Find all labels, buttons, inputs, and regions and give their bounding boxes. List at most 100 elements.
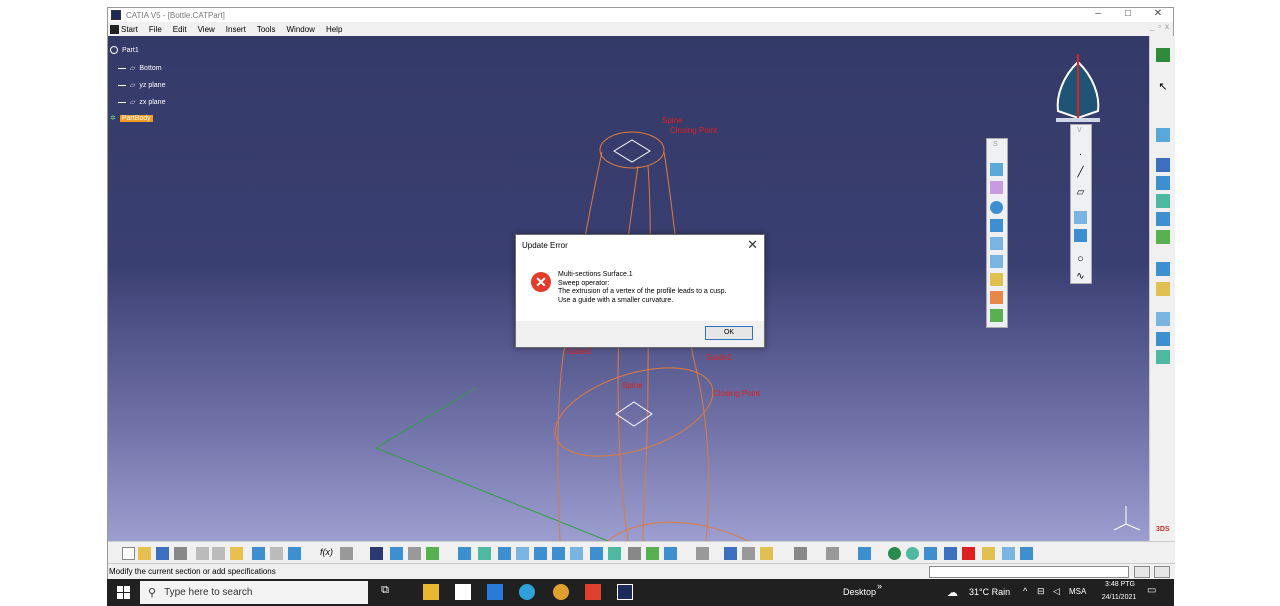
menu-view[interactable]: View [198,25,215,34]
tool-icon[interactable] [924,547,937,560]
tool-icon[interactable] [1156,230,1170,244]
line-icon[interactable]: ╱ [1074,167,1087,180]
clock-date[interactable]: 24/11/2021 [1093,594,1145,601]
tool-icon[interactable] [1156,282,1170,296]
rotate-icon[interactable] [516,547,529,560]
compass[interactable] [1056,54,1100,122]
edge-icon[interactable] [519,584,535,600]
tree-node-plane[interactable]: ▱ zx plane [118,98,165,106]
notification-icon[interactable]: ▭ [1147,585,1156,596]
clock-time[interactable]: 3:48 PTG [1097,581,1143,588]
tool-icon[interactable] [1156,212,1170,226]
save-icon[interactable] [156,547,169,560]
extrude-icon[interactable] [1156,128,1170,142]
render-style-icon[interactable] [608,547,621,560]
tool-icon[interactable] [408,547,421,560]
surface-tool-icon[interactable] [990,291,1003,304]
tree-node-plane[interactable]: ▱ yz plane [118,81,165,89]
print-icon[interactable] [174,547,187,560]
tool-icon[interactable] [826,547,839,560]
surface-tool-icon[interactable] [990,163,1003,176]
formula-icon[interactable]: f(x) [320,547,333,560]
tool-icon[interactable] [1156,332,1170,346]
menu-window[interactable]: Window [287,25,315,34]
fit-all-icon[interactable] [478,547,491,560]
catia-taskbar-icon[interactable] [617,584,633,600]
cut-icon[interactable] [196,547,209,560]
tool-icon[interactable] [724,547,737,560]
tool-icon[interactable] [1156,176,1170,190]
menu-help[interactable]: Help [326,25,342,34]
surface-tool-icon[interactable] [990,255,1003,268]
surface-tool-icon[interactable] [990,237,1003,250]
copy-icon[interactable] [212,547,225,560]
doc-minimize-icon[interactable]: _ [1150,22,1154,31]
help-icon[interactable] [288,547,301,560]
tool-icon[interactable] [1002,547,1015,560]
ok-button[interactable]: OK [705,326,753,340]
menu-edit[interactable]: Edit [173,25,187,34]
open-icon[interactable] [138,547,151,560]
point-icon[interactable]: · [1074,149,1087,162]
tool-icon[interactable] [426,547,439,560]
tool-icon[interactable] [888,547,901,560]
tool-icon[interactable] [1156,194,1170,208]
tool-icon[interactable] [1156,312,1170,326]
tool-icon[interactable] [1156,158,1170,172]
command-button-icon[interactable] [1134,566,1150,578]
tray-chevron-icon[interactable]: ^ [1023,586,1027,596]
weather-text[interactable]: 31°C Rain [969,587,1010,597]
tool-icon[interactable] [390,547,403,560]
tool-icon[interactable] [794,547,807,560]
tool-icon[interactable] [1156,350,1170,364]
grid-icon[interactable] [944,547,957,560]
hide-show-icon[interactable] [628,547,641,560]
task-view-icon[interactable]: ⧉ [377,584,393,600]
tool-icon[interactable] [982,547,995,560]
language-indicator[interactable]: MSA [1069,587,1086,596]
close-button[interactable]: ✕ [1143,8,1173,22]
plane-icon[interactable]: ▱ [1074,187,1087,200]
select-icon[interactable]: ↖ [1156,80,1170,94]
circle-icon[interactable]: ○ [1074,253,1087,266]
tool-icon[interactable] [340,547,353,560]
windows-start-icon[interactable] [117,586,130,599]
doc-close-icon[interactable]: x [1165,22,1169,31]
tree-node-plane[interactable]: ▱ Bottom [118,64,162,72]
cylinder-icon[interactable] [990,219,1003,232]
desktop-toolbar[interactable]: Desktop [843,587,876,597]
maximize-button[interactable]: □ [1113,8,1143,22]
menu-start[interactable]: Start [110,24,138,34]
surface-tool-icon[interactable] [990,273,1003,286]
command-input[interactable] [929,566,1129,578]
minimize-button[interactable]: – [1083,8,1113,22]
undo-icon[interactable] [252,547,265,560]
swap-space-icon[interactable] [646,547,659,560]
sketcher-icon[interactable] [1156,48,1170,62]
command-button-icon[interactable] [1154,566,1170,578]
tool-icon[interactable] [760,547,773,560]
volume-icon[interactable]: ◁ [1053,586,1060,597]
zoom-out-icon[interactable] [552,547,565,560]
fly-icon[interactable] [458,547,471,560]
store-icon[interactable] [455,584,471,600]
surface-tool-icon[interactable] [990,181,1003,194]
normal-view-icon[interactable] [570,547,583,560]
tool-icon[interactable] [1020,547,1033,560]
projection-icon[interactable] [1074,211,1087,224]
menu-insert[interactable]: Insert [226,25,246,34]
paste-icon[interactable] [230,547,243,560]
tool-icon[interactable] [742,547,755,560]
menu-file[interactable]: File [149,25,162,34]
tool-icon[interactable] [962,547,975,560]
sphere-icon[interactable] [990,201,1003,214]
tool-icon[interactable] [906,547,919,560]
tool-icon[interactable] [370,547,383,560]
spline-icon[interactable]: ∿ [1074,271,1087,284]
tool-icon[interactable] [664,547,677,560]
new-icon[interactable] [122,547,135,560]
tool-icon[interactable] [1156,262,1170,276]
taskbar-search[interactable]: ⚲ Type here to search [140,581,368,604]
intersection-icon[interactable] [1074,229,1087,242]
tree-node-root[interactable]: Part1 [110,46,139,54]
